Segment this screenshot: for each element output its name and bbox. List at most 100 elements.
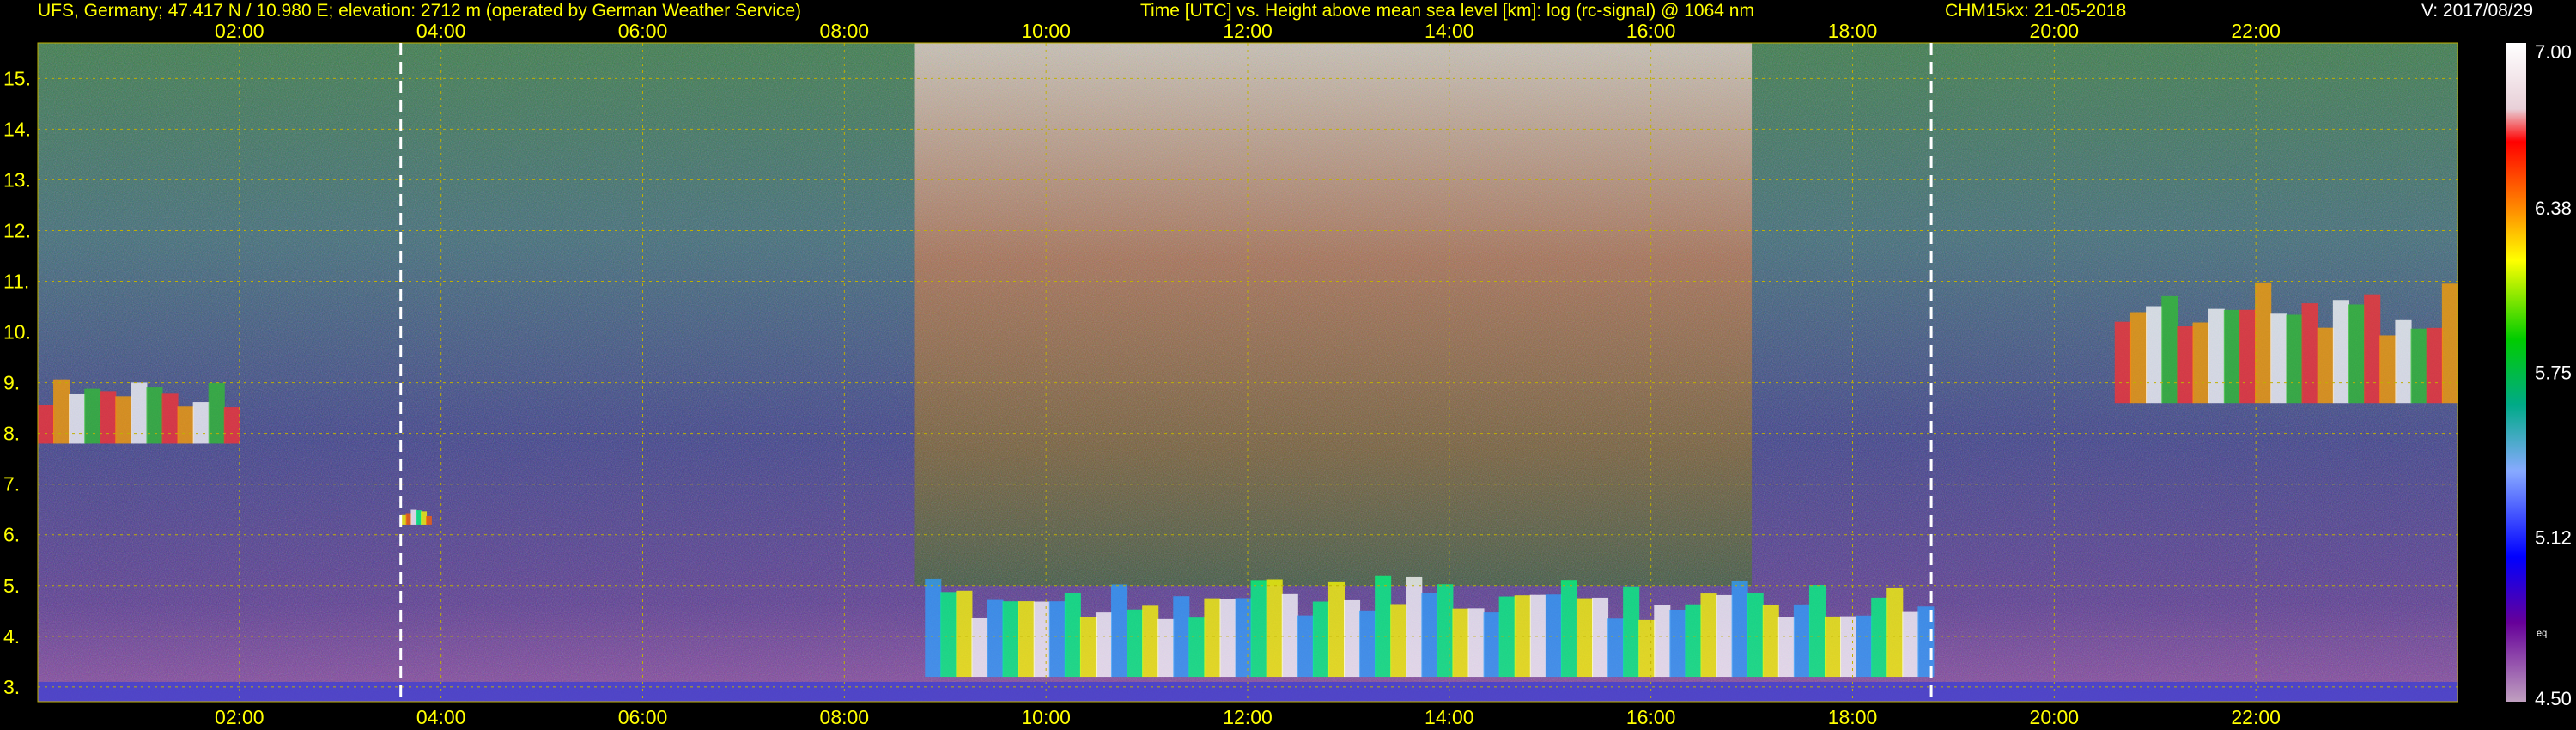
feature-cell <box>177 406 194 444</box>
feature-cell <box>2301 303 2318 404</box>
colorbar-tick-label: 5.75 <box>2535 362 2572 384</box>
x-tick-label-top: 14:00 <box>1425 20 1474 42</box>
feature-cell <box>1638 619 1656 678</box>
y-tick-label: 10. <box>3 321 31 344</box>
feature-cell <box>405 513 412 525</box>
feature-cell <box>1033 601 1050 678</box>
feature-cell <box>1157 618 1175 678</box>
chart-title: Time [UTC] vs. Height above mean sea lev… <box>1140 1 1754 21</box>
x-tick-label-bottom: 04:00 <box>416 706 466 728</box>
feature-cell <box>1188 617 1206 678</box>
y-tick-label: 12. <box>3 219 31 241</box>
feature-cell <box>2364 294 2381 404</box>
x-tick-label-top: 18:00 <box>1828 20 1878 42</box>
feature-cell <box>53 379 70 444</box>
feature-cell <box>1452 608 1469 678</box>
x-tick-label-bottom: 22:00 <box>2231 706 2281 728</box>
y-tick-label: 8. <box>3 423 20 445</box>
feature-cell <box>2255 282 2272 404</box>
feature-cell <box>2270 313 2287 404</box>
colorbar-small-label: eq <box>2537 628 2547 638</box>
feature-cell <box>2239 309 2257 404</box>
x-tick-label-top: 08:00 <box>820 20 870 42</box>
feature-cell <box>1747 593 1764 678</box>
feature-cell <box>1312 601 1329 678</box>
feature-cell <box>1048 601 1066 678</box>
feature-cell <box>971 617 988 678</box>
feature-cell <box>1886 587 1904 678</box>
feature-cell <box>2129 312 2148 404</box>
instrument-date: CHM15kx: 21-05-2018 <box>1945 1 2127 21</box>
feature-cell <box>2208 308 2225 404</box>
feature-cell <box>987 599 1004 678</box>
feature-cell <box>2223 309 2240 404</box>
lidar-chart: 02:00 04:00 06:00 08:00 10:00 12:00 14:00 16:00… <box>3 20 2572 728</box>
feature-cell <box>2317 327 2334 404</box>
y-tick-label: 5. <box>3 575 20 597</box>
feature-cell <box>1219 599 1236 678</box>
feature-cell <box>1327 581 1345 678</box>
y-tick-label: 15. <box>3 67 31 89</box>
x-tick-label-bottom: 18:00 <box>1828 706 1878 728</box>
x-tick-label-top: 06:00 <box>618 20 668 42</box>
feature-cell <box>2426 327 2443 404</box>
feature-cell <box>1390 604 1407 678</box>
feature-cell <box>1669 609 1686 678</box>
feature-cell <box>2332 300 2349 404</box>
feature-cell <box>69 393 86 444</box>
x-tick-label-bottom: 12:00 <box>1223 706 1273 728</box>
feature-cell <box>1127 609 1144 678</box>
feature-cell <box>2177 326 2194 404</box>
feature-cell <box>2192 322 2209 404</box>
x-tick-label-top: 16:00 <box>1626 20 1676 42</box>
feature-cell <box>1607 618 1625 678</box>
y-tick-label: 6. <box>3 524 20 546</box>
feature-cell <box>1095 612 1113 678</box>
y-tick-label: 14. <box>3 118 31 140</box>
feature-cell <box>1685 604 1702 678</box>
y-tick-label: 3. <box>3 676 20 698</box>
feature-cell <box>1437 584 1454 678</box>
feature-cell <box>1359 610 1376 678</box>
feature-cell <box>1483 612 1500 678</box>
colorbar-tick-label: 6.38 <box>2535 198 2572 219</box>
x-tick-label-bottom: 02:00 <box>215 706 264 728</box>
feature-cell <box>1576 598 1594 678</box>
feature-cell <box>416 510 422 525</box>
feature-cell <box>1902 611 1919 678</box>
feature-cell <box>1808 585 1826 678</box>
feature-cell <box>1560 580 1577 678</box>
feature-cell <box>1654 605 1671 678</box>
feature-cell <box>1421 593 1438 678</box>
colorbar-tick-label: 4.50 <box>2535 688 2572 709</box>
feature-cell <box>426 515 432 525</box>
feature-cell <box>2379 335 2397 404</box>
feature-cell <box>410 509 417 525</box>
feature-cell <box>223 407 240 444</box>
feature-cell <box>1467 608 1485 678</box>
feature-cell <box>1793 604 1810 678</box>
feature-cell <box>1375 575 1392 678</box>
feature-cell <box>2286 314 2303 404</box>
feature-cell <box>1840 616 1857 678</box>
feature-cell <box>161 393 179 444</box>
y-tick-label: 11. <box>3 271 29 293</box>
x-tick-label-bottom: 06:00 <box>618 706 668 728</box>
version-label: V: 2017/08/29 <box>2421 1 2533 21</box>
feature-cell <box>1297 615 1314 678</box>
x-tick-label-top: 12:00 <box>1223 20 1273 42</box>
feature-cell <box>2395 319 2412 404</box>
x-tick-label-top: 10:00 <box>1021 20 1071 42</box>
feature-cell <box>1777 617 1795 678</box>
feature-cell <box>146 387 163 444</box>
feature-cell <box>421 511 428 525</box>
colorbar-tick-label: 7.00 <box>2535 41 2572 63</box>
feature-cell <box>1111 584 1128 678</box>
colorbar: 7.00 6.38 5.75 5.12 4.50 eq <box>2506 41 2572 709</box>
feature-cell <box>38 405 55 444</box>
feature-cell <box>925 578 942 678</box>
feature-cell <box>1592 597 1609 678</box>
y-tick-label: 9. <box>3 372 20 394</box>
feature-cell <box>1731 581 1748 678</box>
feature-cell <box>1142 605 1159 678</box>
